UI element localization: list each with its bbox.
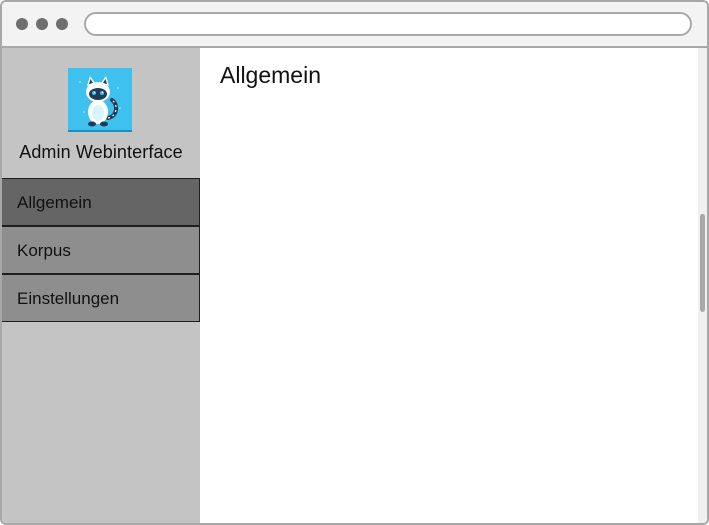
app-title: Admin Webinterface: [19, 142, 183, 162]
sidebar-item-korpus[interactable]: Korpus: [2, 226, 200, 274]
window-dot-icon[interactable]: [16, 18, 28, 30]
window-dot-icon[interactable]: [36, 18, 48, 30]
page-title: Allgemein: [220, 62, 321, 88]
sidebar-item-label: Einstellungen: [17, 289, 120, 308]
sidebar-item-label: Allgemein: [17, 193, 92, 212]
window-dot-icon[interactable]: [56, 18, 68, 30]
browser-window: Admin Webinterface Allgemein Korpus Eins…: [0, 0, 709, 525]
address-bar[interactable]: [84, 12, 692, 36]
sidebar-item-allgemein[interactable]: Allgemein: [2, 178, 200, 226]
cat-logo-icon: [68, 68, 132, 132]
sidebar-item-einstellungen[interactable]: Einstellungen: [2, 274, 200, 322]
browser-title-bar: [2, 2, 707, 48]
scrollbar-thumb[interactable]: [700, 214, 705, 312]
main-content: Allgemein: [200, 48, 707, 523]
sidebar-item-label: Korpus: [17, 241, 71, 260]
sidebar: Admin Webinterface Allgemein Korpus Eins…: [2, 48, 200, 523]
scrollbar[interactable]: [698, 48, 707, 523]
